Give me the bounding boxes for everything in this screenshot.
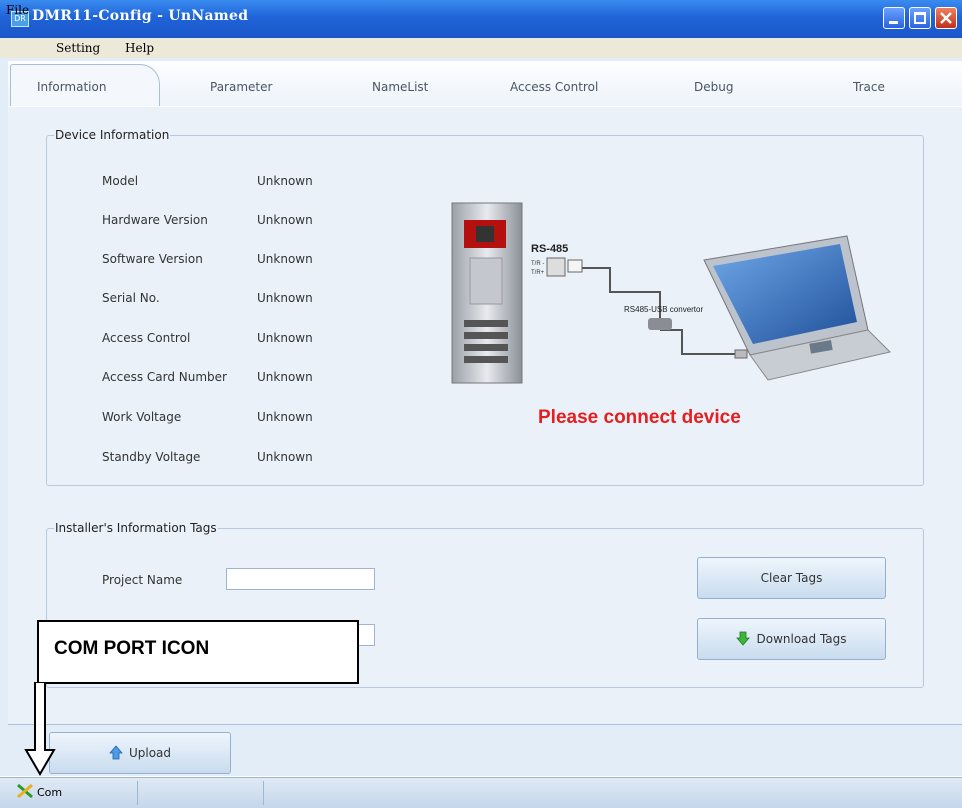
close-icon	[940, 12, 952, 24]
convertor-label: RS485-USB convertor	[624, 305, 704, 314]
software-version-value: Unknown	[257, 252, 313, 266]
com-status-text: Com	[37, 786, 63, 799]
access-control-label: Access Control	[102, 331, 191, 345]
hardware-version-label: Hardware Version	[102, 213, 208, 227]
annotation-arrow-icon	[24, 682, 56, 776]
maximize-icon	[914, 12, 926, 24]
close-button[interactable]	[935, 7, 957, 29]
installer-tags-legend: Installer's Information Tags	[54, 521, 218, 535]
access-card-number-value: Unknown	[257, 370, 313, 384]
clear-tags-button[interactable]: Clear Tags	[697, 557, 886, 599]
connect-device-message: Please connect device	[538, 407, 741, 428]
tab-access-control[interactable]: Access Control	[510, 80, 598, 94]
annotation-label: COM PORT ICON	[54, 638, 210, 659]
tab-namelist[interactable]: NameList	[372, 80, 428, 94]
menu-file[interactable]: File	[6, 3, 29, 17]
tab-debug[interactable]: Debug	[694, 80, 733, 94]
project-name-label: Project Name	[102, 573, 183, 587]
serial-no-value: Unknown	[257, 291, 313, 305]
standby-voltage-label: Standby Voltage	[102, 450, 201, 464]
tr-minus-label: T/R -	[531, 261, 545, 267]
upload-button[interactable]: Upload	[49, 732, 231, 774]
download-tags-label: Download Tags	[756, 632, 847, 646]
serial-no-label: Serial No.	[102, 291, 160, 305]
hardware-version-value: Unknown	[257, 213, 313, 227]
minimize-button[interactable]	[883, 7, 905, 29]
model-value: Unknown	[257, 174, 313, 188]
menu-help[interactable]: Help	[125, 41, 154, 55]
window-title: DMR11-Config - UnNamed	[32, 8, 249, 24]
status-divider	[263, 781, 264, 805]
access-card-number-label: Access Card Number	[102, 370, 227, 384]
maximize-button[interactable]	[909, 7, 931, 29]
tab-trace[interactable]: Trace	[853, 80, 885, 94]
clear-tags-label: Clear Tags	[760, 571, 823, 585]
model-label: Model	[102, 174, 139, 188]
tr-plus-label: T/R+	[531, 270, 545, 276]
minimize-icon	[889, 21, 898, 24]
project-name-input[interactable]	[226, 568, 375, 590]
tab-parameter[interactable]: Parameter	[210, 80, 272, 94]
upload-label: Upload	[128, 746, 172, 760]
access-control-value: Unknown	[257, 331, 313, 345]
download-arrow-icon	[736, 631, 751, 646]
work-voltage-value: Unknown	[257, 410, 313, 424]
standby-voltage-value: Unknown	[257, 450, 313, 464]
com-port-icon[interactable]	[16, 783, 34, 799]
rs485-label: RS-485	[531, 243, 569, 255]
connection-diagram-illustration	[451, 202, 891, 384]
work-voltage-label: Work Voltage	[102, 410, 182, 424]
bottom-separator	[8, 724, 962, 725]
download-tags-button[interactable]: Download Tags	[697, 618, 886, 660]
status-divider	[137, 781, 138, 805]
upload-arrow-icon	[109, 745, 123, 760]
software-version-label: Software Version	[102, 252, 203, 266]
status-bar	[0, 777, 962, 808]
device-information-legend: Device Information	[54, 128, 171, 142]
tab-information[interactable]: Information	[37, 80, 106, 94]
menu-setting[interactable]: Setting	[56, 41, 100, 55]
